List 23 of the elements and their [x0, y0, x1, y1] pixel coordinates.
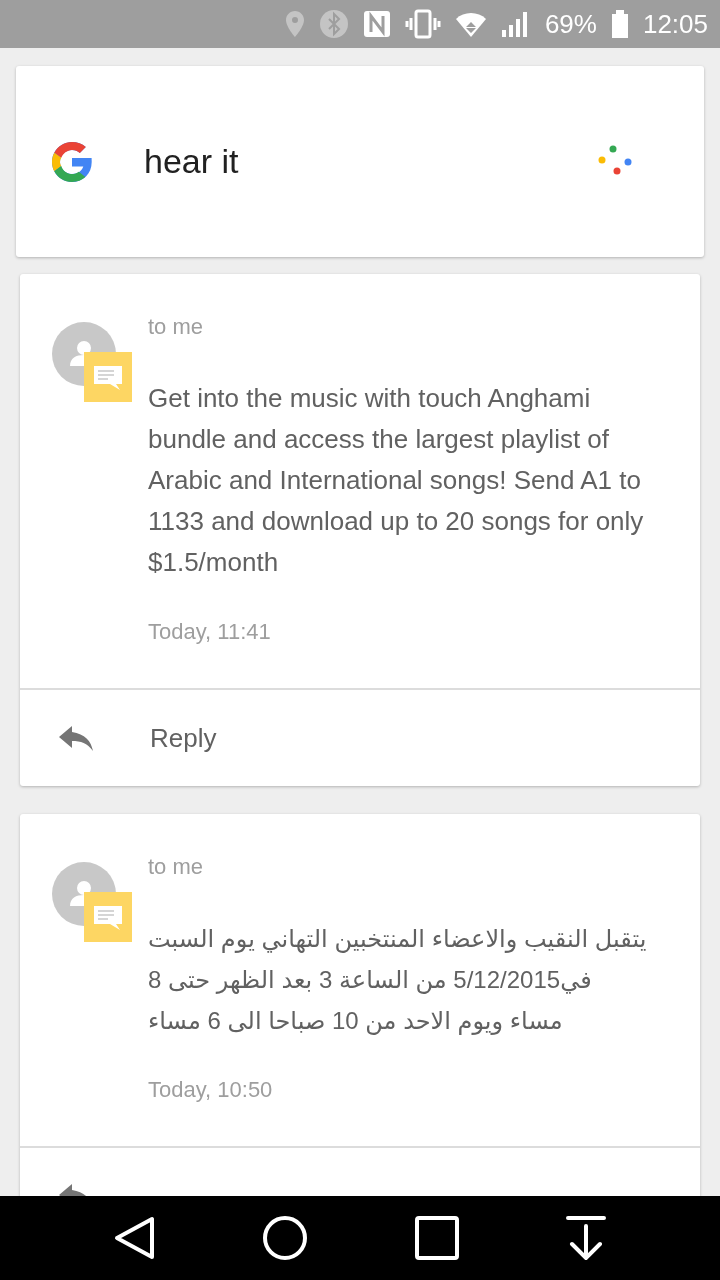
- location-icon: [284, 10, 305, 38]
- message-body: يتقبل النقيب والاعضاء المنتخبين التهاني يوم السبت في5/12/2015 من الساعة 3 بعد الظهر حتى 8 مساء ويوم الاحد من 10 صباحا الى 6 مساء: [148, 924, 648, 1037]
- home-icon[interactable]: [263, 1216, 308, 1260]
- recipient-label: to me: [148, 313, 204, 341]
- bluetooth-icon: [318, 9, 349, 39]
- reply-button[interactable]: Reply: [20, 690, 700, 786]
- back-icon[interactable]: [113, 1216, 156, 1260]
- message-time: Today, 11:41: [148, 618, 271, 646]
- message-icon: [84, 352, 132, 402]
- message-icon: [84, 892, 132, 942]
- wifi-icon: [454, 10, 487, 38]
- recipient-label: to me: [148, 853, 204, 881]
- message-time: Today, 10:50: [148, 1076, 273, 1104]
- message-body: Get into the music with touch Anghami bundle and access the largest playlist of Arabic and International songs! Send A1 to 1133 and download up to 20 songs for only $1.5/month: [148, 382, 645, 579]
- recents-icon[interactable]: [414, 1216, 459, 1260]
- reply-icon: [58, 724, 94, 752]
- download-icon[interactable]: [566, 1216, 607, 1260]
- vibrate-icon: [404, 9, 441, 39]
- clock: 12:05: [642, 9, 708, 39]
- search-query[interactable]: hear it: [144, 142, 598, 181]
- battery-percent: 69%: [544, 9, 597, 39]
- battery-icon: [610, 9, 629, 39]
- nfc-icon: [362, 10, 391, 38]
